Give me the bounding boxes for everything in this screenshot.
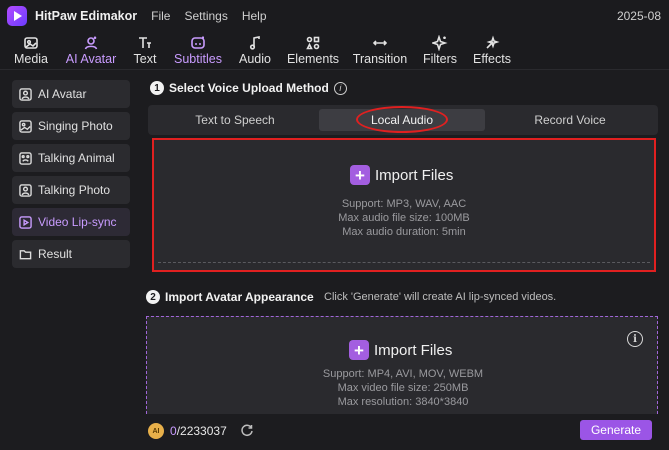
main-toolbar: Media AI Avatar Text Subtitles Audio Ele… (0, 32, 669, 70)
title-bar: HitPaw Edimakor File Settings Help 2025-… (0, 0, 669, 32)
avatar-icon (18, 87, 32, 101)
support-line: Support: MP4, AVI, MOV, WEBM (322, 368, 484, 380)
sidebar-item-label: Talking Photo (38, 183, 111, 197)
app-name: HitPaw Edimakor (35, 9, 138, 23)
scrollbar[interactable] (661, 71, 669, 414)
ai-avatar-icon (83, 34, 99, 52)
folder-icon (18, 247, 32, 261)
filters-icon (432, 34, 448, 52)
tool-audio-label: Audio (239, 52, 271, 66)
import-video-label: Import Files (374, 341, 453, 359)
sidebar-item-talking-photo[interactable]: Talking Photo (12, 176, 130, 204)
step2-number: 2 (146, 290, 160, 304)
tool-transition-label: Transition (352, 52, 408, 66)
tool-ai-avatar-label: AI Avatar (65, 52, 117, 66)
elements-icon (305, 34, 321, 52)
tool-text-label: Text (133, 52, 157, 66)
effects-icon (484, 34, 500, 52)
support-line: Support: MP3, WAV, AAC (341, 198, 467, 210)
menu-settings[interactable]: Settings (184, 9, 227, 23)
tool-elements-label: Elements (286, 52, 340, 66)
tool-subtitles-label: Subtitles (174, 52, 222, 66)
step2-heading: 2 Import Avatar Appearance (146, 290, 314, 304)
support-line: Max video file size: 250MB (337, 382, 469, 394)
photo-icon (18, 183, 32, 197)
date-label: 2025-08 (616, 9, 661, 23)
import-audio-button[interactable]: + Import Files (350, 165, 453, 185)
import-audio-label: Import Files (375, 166, 454, 184)
tool-transition[interactable]: Transition (352, 32, 408, 70)
text-icon (137, 34, 153, 52)
media-icon (23, 34, 39, 52)
sidebar: AI Avatar Singing Photo Talking Animal T… (0, 71, 138, 450)
tool-media[interactable]: Media (12, 32, 50, 70)
import-video-button[interactable]: + Import Files (349, 340, 452, 360)
sidebar-item-result[interactable]: Result (12, 240, 130, 268)
audio-icon (247, 34, 263, 52)
support-line: Max audio duration: 5min (342, 226, 466, 238)
tool-media-label: Media (13, 52, 49, 66)
tool-filters-label: Filters (422, 52, 458, 66)
tool-filters[interactable]: Filters (422, 32, 458, 70)
step1-title: Select Voice Upload Method (169, 81, 329, 95)
support-line: Max resolution: 3840*3840 (337, 396, 469, 408)
sidebar-item-label: Singing Photo (38, 119, 113, 133)
dashed-divider (158, 262, 650, 263)
tool-text[interactable]: Text (131, 32, 159, 70)
sidebar-item-singing-photo[interactable]: Singing Photo (12, 112, 130, 140)
plus-icon: + (350, 165, 370, 185)
credits-counter: 0/2233037 (170, 424, 227, 438)
subtitles-icon (190, 34, 206, 52)
tool-subtitles[interactable]: Subtitles (172, 32, 224, 70)
credit-coin-icon: AI (148, 423, 164, 439)
step1-heading: 1 Select Voice Upload Method i (150, 81, 347, 95)
menu-help[interactable]: Help (242, 9, 267, 23)
generate-button[interactable]: Generate (580, 420, 652, 440)
tab-text-to-speech[interactable]: Text to Speech (154, 109, 316, 131)
step2-hint: Click 'Generate' will create AI lip-sync… (324, 291, 557, 303)
audio-upload-dropzone[interactable]: + Import Files Support: MP3, WAV, AAC Ma… (152, 138, 656, 272)
footer-bar: AI 0/2233037 Generate (138, 414, 669, 450)
tool-ai-avatar[interactable]: AI Avatar (63, 32, 119, 70)
tab-record-voice[interactable]: Record Voice (488, 109, 652, 131)
sidebar-item-label: Talking Animal (38, 151, 115, 165)
tab-local-audio[interactable]: Local Audio (319, 109, 485, 131)
tool-audio[interactable]: Audio (237, 32, 273, 70)
tool-elements[interactable]: Elements (287, 32, 339, 70)
video-icon (18, 215, 32, 229)
credits-total: /2233037 (176, 424, 227, 438)
info-icon[interactable]: i (333, 81, 347, 95)
sidebar-item-ai-avatar[interactable]: AI Avatar (12, 80, 130, 108)
sidebar-item-label: Video Lip-sync (38, 215, 117, 229)
plus-icon: + (349, 340, 369, 360)
tool-effects-label: Effects (473, 52, 511, 66)
info-icon[interactable]: i (627, 331, 643, 347)
sidebar-item-video-lip-sync[interactable]: Video Lip-sync (12, 208, 130, 236)
sidebar-item-label: Result (38, 247, 73, 261)
refresh-icon[interactable] (240, 423, 254, 437)
video-support-info: Support: MP4, AVI, MOV, WEBM Max video f… (253, 367, 553, 409)
menu-file[interactable]: File (151, 9, 170, 23)
transition-icon (372, 34, 388, 52)
voice-method-tabs: Text to Speech Local Audio Record Voice (148, 105, 658, 135)
main-panel: 1 Select Voice Upload Method i Text to S… (138, 71, 669, 450)
support-line: Max audio file size: 100MB (338, 212, 470, 224)
audio-support-info: Support: MP3, WAV, AAC Max audio file si… (254, 197, 554, 239)
sidebar-item-label: AI Avatar (38, 87, 87, 101)
step1-number: 1 (150, 81, 164, 95)
sidebar-item-talking-animal[interactable]: Talking Animal (12, 144, 130, 172)
step2-title: Import Avatar Appearance (165, 290, 314, 304)
animal-icon (18, 151, 32, 165)
credits-used: 0 (170, 424, 177, 438)
tool-effects[interactable]: Effects (472, 32, 512, 70)
photo-icon (18, 119, 32, 133)
app-logo-icon (7, 6, 27, 26)
